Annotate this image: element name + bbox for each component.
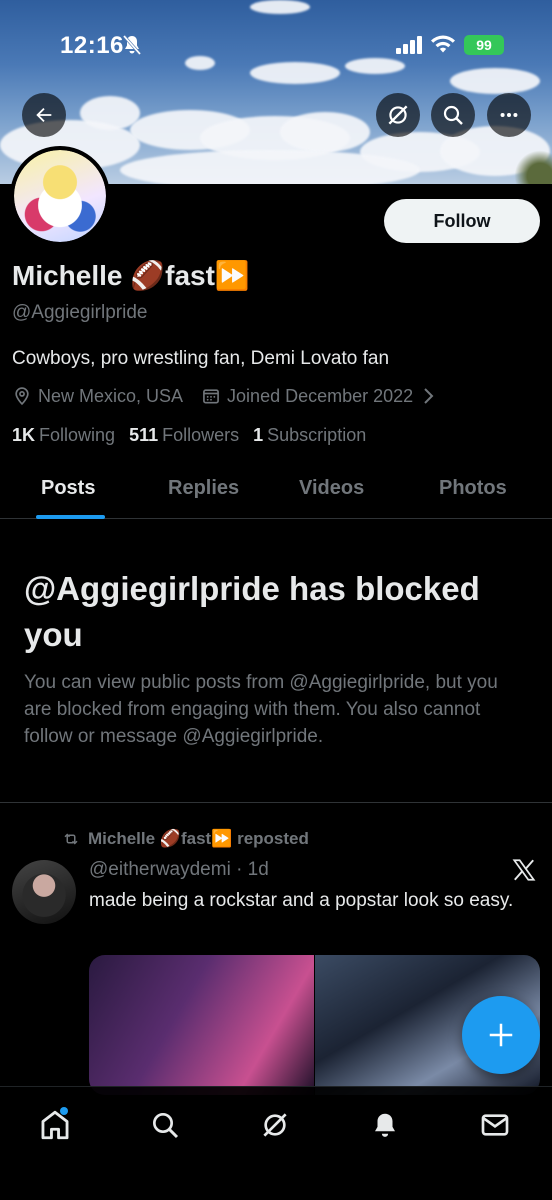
profile-counts: 1K Following 511 Followers 1 Subscription: [12, 425, 380, 446]
plus-icon: [489, 1023, 513, 1047]
repost-label: Michelle 🏈fast⏩ reposted: [62, 829, 309, 849]
following-link[interactable]: 1K Following: [12, 425, 115, 446]
profile-meta: New Mexico, USA Joined December 2022: [12, 384, 443, 408]
blocked-text: You can view public posts from @Aggiegir…: [24, 672, 498, 747]
profile-joined: Joined December 2022: [227, 385, 414, 406]
profile-name: Michelle 🏈fast⏩: [12, 260, 250, 291]
status-bar: 12:16 99: [0, 0, 552, 90]
profile-tabs: Posts Replies Videos Photos: [0, 460, 552, 519]
profile-handle: @Aggiegirlpride: [12, 302, 148, 323]
back-button[interactable]: [22, 93, 66, 137]
x-logo-icon: [512, 859, 536, 881]
nav-search[interactable]: [141, 1101, 189, 1149]
tab-replies[interactable]: Replies: [168, 477, 239, 500]
search-button[interactable]: [431, 93, 475, 137]
status-time: 12:16: [60, 32, 124, 59]
calendar-icon: [203, 389, 219, 404]
post-user-time[interactable]: @eitherwaydemi · 1d: [89, 859, 269, 881]
nav-notifications[interactable]: [361, 1101, 409, 1149]
repost-icon: [64, 833, 78, 845]
subscriptions-link[interactable]: 1 Subscription: [253, 425, 366, 446]
active-tab-indicator: [36, 515, 105, 519]
tab-posts[interactable]: Posts: [41, 477, 95, 500]
bell-icon: [375, 1113, 395, 1137]
profile-location: New Mexico, USA: [38, 385, 184, 406]
post-avatar[interactable]: [12, 860, 76, 924]
grok-icon: [388, 105, 408, 125]
search-icon: [153, 1113, 179, 1139]
more-button[interactable]: [487, 93, 531, 137]
nav-messages[interactable]: [471, 1101, 519, 1149]
wifi-icon: [431, 35, 455, 53]
signal-icon: [396, 36, 422, 54]
tab-videos[interactable]: Videos: [299, 477, 364, 500]
more-icon: [500, 112, 518, 118]
mail-icon: [481, 1114, 509, 1136]
location-icon: [15, 387, 29, 406]
search-icon: [443, 105, 463, 125]
battery-indicator: 99: [464, 35, 504, 55]
profile-bio: Cowboys, pro wrestling fan, Demi Lovato …: [12, 348, 390, 369]
follow-button[interactable]: Follow: [384, 199, 540, 243]
followers-link[interactable]: 511 Followers: [129, 425, 239, 446]
arrow-left-icon: [36, 107, 52, 123]
post-text: made being a rockstar and a popstar look…: [89, 890, 514, 911]
profile-avatar[interactable]: [10, 146, 110, 246]
grok-icon: [263, 1113, 287, 1137]
nav-grok[interactable]: [251, 1101, 299, 1149]
compose-button[interactable]: [462, 996, 540, 1074]
grok-button[interactable]: [376, 93, 420, 137]
tab-photos[interactable]: Photos: [439, 477, 507, 500]
post-image-1[interactable]: [89, 955, 314, 1095]
divider: [0, 802, 552, 803]
blocked-title: @Aggiegirlpride has blocked you: [24, 570, 480, 653]
bottom-nav: [0, 1086, 552, 1200]
chevron-right-icon[interactable]: [421, 386, 437, 406]
nav-home[interactable]: [31, 1101, 79, 1149]
notification-dot: [60, 1107, 68, 1115]
bell-off-icon: [122, 35, 142, 55]
